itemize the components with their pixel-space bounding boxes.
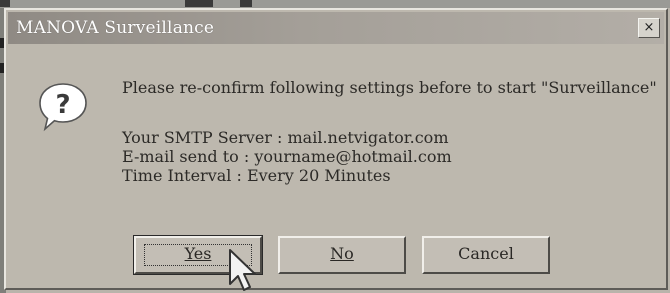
- cancel-button[interactable]: Cancel: [422, 236, 550, 274]
- close-icon[interactable]: ×: [644, 20, 655, 35]
- background-fragment: [240, 0, 252, 7]
- question-icon: ?: [39, 83, 87, 132]
- yes-button-label: Yes: [184, 244, 212, 263]
- background-taskbar-strip: [0, 0, 670, 8]
- background-fragment: [185, 0, 213, 7]
- email-recipient-line: E-mail send to : yourname@hotmail.com: [122, 147, 452, 166]
- confirm-dialog: MANOVA Surveillance × ? Please re-confir…: [4, 8, 668, 290]
- no-button-label: No: [330, 244, 354, 263]
- close-button[interactable]: ×: [638, 18, 660, 38]
- mouse-pointer-icon: [229, 249, 256, 291]
- question-glyph: ?: [55, 90, 70, 120]
- confirm-message: Please re-confirm following settings bef…: [122, 78, 657, 97]
- settings-summary: Your SMTP Server : mail.netvigator.com E…: [122, 128, 452, 185]
- smtp-server-line: Your SMTP Server : mail.netvigator.com: [122, 128, 449, 147]
- no-button[interactable]: No: [278, 236, 406, 274]
- title-bar[interactable]: MANOVA Surveillance ×: [8, 12, 664, 44]
- background-fragment: [0, 0, 10, 7]
- window-title: MANOVA Surveillance: [16, 18, 215, 38]
- cancel-button-label: Cancel: [458, 244, 514, 263]
- time-interval-line: Time Interval : Every 20 Minutes: [122, 166, 391, 185]
